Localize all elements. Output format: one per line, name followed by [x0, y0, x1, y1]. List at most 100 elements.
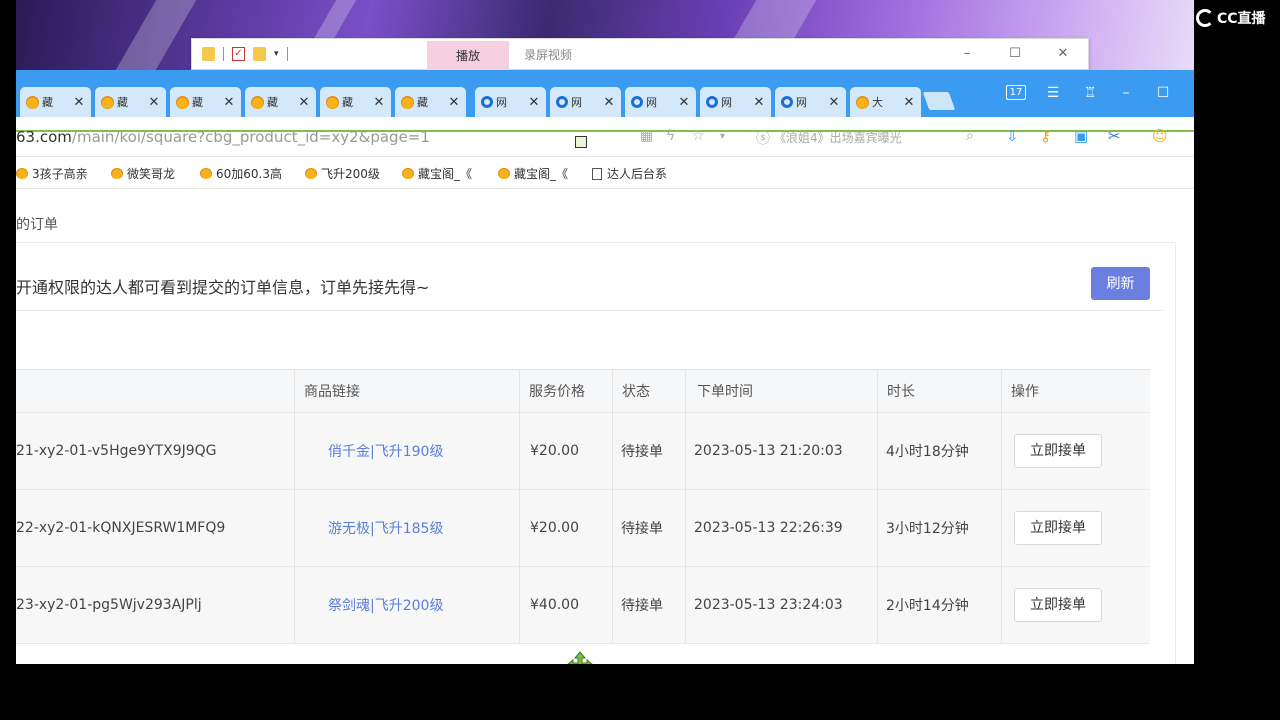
bookmark-item[interactable]: 达人后台系 — [592, 165, 667, 182]
close-icon[interactable]: ✕ — [372, 95, 386, 110]
order-time-cell: 2023-05-13 21:20:03 — [694, 443, 843, 459]
chick-favicon-icon — [402, 168, 414, 179]
browser-tab[interactable]: 藏 ✕ — [170, 87, 241, 117]
screen-capture: ✓ ▾ 播放 录屏视频 – ☐ ✕ 藏 ✕ 藏 ✕ 藏 ✕ 藏 ✕ 藏 ✕ 藏 ✕ 网 ✕ 网 ✕ 网 ✕ 网 ✕ 网 ✕… — [16, 0, 1194, 664]
scissors-icon[interactable]: ✂ — [1108, 127, 1121, 145]
play-tab[interactable]: 播放 — [427, 41, 509, 70]
skin-icon[interactable]: ♖ — [1079, 84, 1101, 102]
tab-label: 网 — [496, 96, 507, 109]
move-cursor-icon — [567, 651, 593, 664]
chevron-down-icon[interactable]: ▾ — [720, 131, 725, 142]
browser-tab[interactable]: 藏 ✕ — [320, 87, 391, 117]
new-tab-button[interactable] — [922, 92, 956, 110]
bookmark-item[interactable]: 3孩子高亲 — [16, 165, 88, 182]
tab-label: 藏 — [417, 96, 428, 109]
status-cell: 待接单 — [621, 521, 663, 537]
bookmark-item[interactable]: 藏宝阁_《 — [498, 165, 568, 182]
bookmark-label: 60加60.3高 — [216, 167, 282, 181]
calendar-icon[interactable]: 17 — [1006, 85, 1026, 100]
smiley-icon[interactable]: ☺ — [1152, 127, 1168, 145]
new-folder-icon[interactable] — [253, 47, 266, 61]
tab-label: 藏 — [267, 96, 278, 109]
close-icon[interactable]: ✕ — [72, 95, 86, 110]
browser-tab[interactable]: 藏 ✕ — [95, 87, 166, 117]
customize-dropdown-icon[interactable]: ▾ — [274, 49, 279, 59]
star-icon[interactable]: ☆ — [692, 128, 705, 144]
download-icon[interactable]: ⇩ — [1006, 127, 1019, 145]
browser-e-icon — [706, 96, 718, 108]
refresh-button[interactable]: 刷新 — [1091, 267, 1150, 300]
price-cell: ¥40.00 — [530, 597, 579, 613]
accept-order-button[interactable]: 立即接单 — [1014, 588, 1102, 622]
browser-tab[interactable]: 网 ✕ — [550, 87, 621, 117]
bookmark-item[interactable]: 飞升200级 — [305, 165, 380, 182]
browser-tab[interactable]: 网 ✕ — [700, 87, 771, 117]
bookmark-item[interactable]: 60加60.3高 — [200, 165, 282, 182]
chick-favicon-icon — [16, 168, 28, 179]
browser-tab[interactable]: 藏 ✕ — [245, 87, 316, 117]
header-action: 操作 — [1011, 384, 1039, 400]
table-row: 22-xy2-01-kQNXJESRW1MFQ9 游无极|飞升185级 ¥20.00… — [16, 490, 1150, 567]
close-icon[interactable]: ✕ — [752, 95, 766, 110]
duration-cell: 3小时12分钟 — [886, 521, 969, 537]
browser-e-icon — [781, 96, 793, 108]
browser-tab[interactable]: 网 ✕ — [625, 87, 696, 117]
browser-e-icon — [631, 96, 643, 108]
quick-access-toolbar: ✓ ▾ — [202, 47, 288, 61]
close-icon[interactable]: ✕ — [447, 95, 461, 110]
url-input[interactable]: 63.com/main/koi/square?cbg_product_id=xy… — [16, 128, 430, 146]
bookmark-item[interactable]: 藏宝阁_《 — [402, 165, 472, 182]
browser-maximize-button[interactable]: ☐ — [1152, 84, 1174, 102]
browser-tab-bar: 藏 ✕ 藏 ✕ 藏 ✕ 藏 ✕ 藏 ✕ 藏 ✕ 网 ✕ 网 ✕ 网 ✕ 网 ✕ 网 ✕ 大 ✕ 17 ☰ ♖ – ☐ — [16, 70, 1194, 117]
close-icon[interactable]: ✕ — [902, 95, 916, 110]
bookmark-label: 藏宝阁_《 — [514, 167, 569, 181]
duration-cell: 2小时14分钟 — [886, 598, 969, 614]
screenshot-icon[interactable]: ▣ — [1074, 127, 1088, 145]
browser-tab[interactable]: 网 ✕ — [775, 87, 846, 117]
cc-logo-icon — [1196, 9, 1214, 27]
browser-e-icon — [481, 96, 493, 108]
close-icon[interactable]: ✕ — [222, 95, 236, 110]
menu-icon[interactable]: ☰ — [1042, 84, 1064, 102]
lightning-icon[interactable]: ϟ — [666, 128, 675, 144]
accept-order-button[interactable]: 立即接单 — [1014, 511, 1102, 545]
address-bar: 63.com/main/koi/square?cbg_product_id=xy… — [16, 117, 1194, 157]
chick-favicon-icon — [200, 168, 212, 179]
browser-tab[interactable]: 藏 ✕ — [20, 87, 91, 117]
close-icon[interactable]: ✕ — [527, 95, 541, 110]
close-icon[interactable]: ✕ — [602, 95, 616, 110]
search-icon[interactable]: ⌕ — [966, 128, 974, 144]
product-link[interactable]: 祭剑魂|飞升200级 — [328, 595, 443, 615]
close-icon[interactable]: ✕ — [827, 95, 841, 110]
popup-minimize-button[interactable]: – — [952, 43, 982, 65]
chick-favicon-icon — [498, 168, 510, 179]
close-icon[interactable]: ✕ — [147, 95, 161, 110]
browser-minimize-button[interactable]: – — [1115, 84, 1137, 102]
order-time-cell: 2023-05-13 22:26:39 — [694, 520, 843, 536]
browser-tab[interactable]: 网 ✕ — [475, 87, 546, 117]
bookmark-item[interactable]: 微笑哥龙 — [111, 165, 175, 182]
search-input[interactable]: 《浪姐4》出场嘉宾曝光 — [774, 129, 902, 146]
popup-close-button[interactable]: ✕ — [1048, 43, 1078, 65]
key-icon[interactable]: ⚷ — [1040, 127, 1051, 145]
browser-tab[interactable]: 大 ✕ — [850, 87, 921, 117]
close-icon[interactable]: ✕ — [297, 95, 311, 110]
status-cell: 待接单 — [621, 444, 663, 460]
tab-label: 藏 — [342, 96, 353, 109]
folder-icon[interactable] — [202, 47, 215, 61]
browser-e-icon — [556, 96, 568, 108]
popup-maximize-button[interactable]: ☐ — [1000, 43, 1030, 65]
tab-label: 网 — [721, 96, 732, 109]
breadcrumb: 的订单 — [16, 217, 58, 233]
grid-icon[interactable]: ▦ — [640, 128, 653, 144]
close-icon[interactable]: ✕ — [677, 95, 691, 110]
browser-tab[interactable]: 藏 ✕ — [395, 87, 466, 117]
chick-favicon-icon — [26, 95, 39, 109]
tab-label: 藏 — [42, 96, 53, 109]
accept-order-button[interactable]: 立即接单 — [1014, 434, 1102, 468]
properties-icon[interactable]: ✓ — [232, 47, 245, 61]
search-engine-icon: ⓢ — [756, 131, 770, 147]
product-link[interactable]: 游无极|飞升185级 — [328, 518, 443, 538]
cc-live-logo: CC直播 — [1196, 8, 1266, 28]
product-link[interactable]: 俏千金|飞升190级 — [328, 441, 443, 461]
